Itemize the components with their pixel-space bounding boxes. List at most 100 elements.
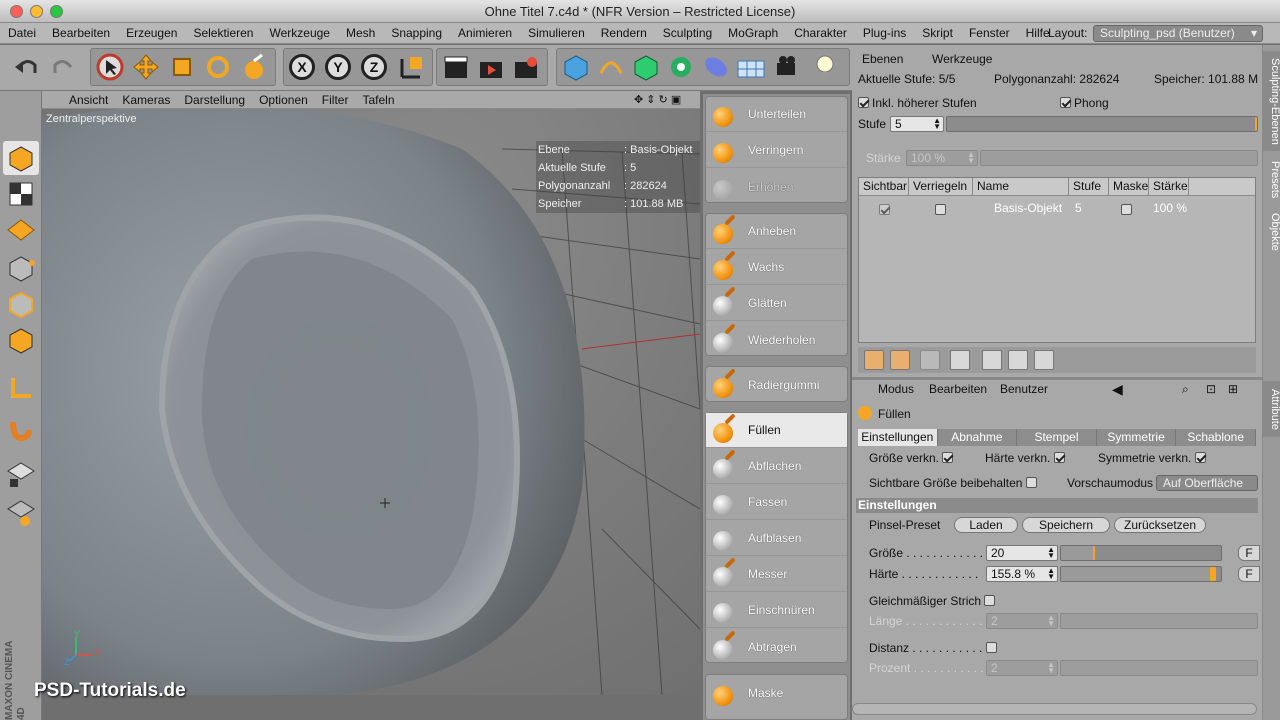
even-stroke-checkbox[interactable]: Gleichmäßiger Strich — [869, 592, 998, 610]
menu-skript[interactable]: Skript — [914, 23, 961, 44]
snapping-button[interactable] — [3, 413, 39, 447]
size-pressure-button[interactable]: F — [1238, 545, 1260, 561]
col-name[interactable]: Name — [973, 178, 1069, 195]
zoom-window-icon[interactable] — [50, 5, 63, 18]
merge-layer-button[interactable] — [950, 350, 970, 370]
viewport-menu-darstellung[interactable]: Darstellung — [177, 93, 252, 107]
axis-mode-button[interactable] — [3, 371, 39, 405]
live-select-button[interactable] — [237, 50, 271, 84]
planar-workplane-button[interactable] — [3, 497, 39, 531]
keep-size-checkbox[interactable]: Sichtbare Größe beibehalten — [869, 474, 1040, 492]
tab-abnahme[interactable]: Abnahme — [937, 429, 1018, 446]
minimize-window-icon[interactable] — [30, 5, 43, 18]
menu-datei[interactable]: Datei — [0, 23, 44, 44]
light-button[interactable] — [808, 50, 842, 84]
slider-knob[interactable] — [1210, 567, 1216, 581]
brush-abflachen[interactable]: Abflachen — [706, 449, 847, 484]
hardness-field[interactable]: 155.8 % ▲ ▼ — [986, 566, 1058, 582]
stufe-field[interactable]: 5 ▲ ▼ — [890, 116, 944, 132]
coordinate-system-button[interactable] — [395, 50, 429, 84]
expand-icon[interactable]: ⊞ — [1228, 380, 1238, 398]
points-mode-button[interactable] — [3, 251, 39, 285]
clear-layer-button[interactable] — [1034, 350, 1054, 370]
add-folder-button[interactable] — [890, 350, 910, 370]
rotate-tool-button[interactable] — [201, 50, 235, 84]
menu-charakter[interactable]: Charakter — [786, 23, 855, 44]
delete-layer-button[interactable] — [920, 350, 940, 370]
lock-icon[interactable]: ⊡ — [1206, 380, 1216, 398]
tab-einstellungen[interactable]: Einstellungen — [858, 429, 938, 446]
menu-snapping[interactable]: Snapping — [383, 23, 450, 44]
phong-checkbox[interactable]: Phong — [1060, 94, 1109, 112]
percent-field[interactable]: 2 ▲ ▼ — [986, 660, 1058, 676]
texture-mode-button[interactable] — [3, 177, 39, 211]
size-field[interactable]: 20 ▲ ▼ — [986, 545, 1058, 561]
edges-mode-button[interactable] — [3, 287, 39, 321]
brush-messer[interactable]: Messer — [706, 557, 847, 592]
col-verriegeln[interactable]: Verriegeln — [909, 178, 973, 195]
copy-layer-button[interactable] — [982, 350, 1002, 370]
col-stufe[interactable]: Stufe — [1069, 178, 1109, 195]
redo-button[interactable] — [46, 50, 80, 84]
mask-checkbox[interactable] — [1121, 200, 1135, 220]
lock-workplane-button[interactable] — [3, 459, 39, 493]
save-preset-button[interactable]: Speichern — [1022, 517, 1110, 533]
brush-wachs[interactable]: Wachs — [706, 250, 847, 285]
slider-knob[interactable] — [1093, 546, 1095, 560]
undo-button[interactable] — [10, 50, 44, 84]
hardness-pressure-button[interactable]: F — [1238, 566, 1260, 582]
menu-werkzeuge[interactable]: Werkzeuge — [261, 23, 337, 44]
deformer-button[interactable] — [699, 50, 733, 84]
menu-simulieren[interactable]: Simulieren — [520, 23, 593, 44]
menu-rendern[interactable]: Rendern — [593, 23, 655, 44]
brush-fuellen[interactable]: Füllen — [706, 413, 847, 448]
camera-button[interactable] — [771, 50, 805, 84]
tab-ebenen[interactable]: Ebenen — [862, 49, 903, 69]
viewport-nav-icons[interactable]: ✥ ⇕ ↻ ▣ — [634, 93, 681, 106]
paste-layer-button[interactable] — [1008, 350, 1028, 370]
size-link-checkbox[interactable]: Größe verkn. — [869, 449, 956, 467]
polygons-mode-button[interactable] — [3, 323, 39, 357]
length-field[interactable]: 2 ▲ ▼ — [986, 613, 1058, 629]
lock-checkbox[interactable] — [935, 200, 949, 220]
reset-preset-button[interactable]: Zurücksetzen — [1114, 517, 1206, 533]
col-maske[interactable]: Maske — [1109, 178, 1149, 195]
menu-mograph[interactable]: MoGraph — [720, 23, 786, 44]
viewport-menu-tafeln[interactable]: Tafeln — [355, 93, 401, 107]
spline-button[interactable] — [594, 50, 628, 84]
settings-section-header[interactable]: Einstellungen — [856, 498, 1258, 513]
col-staerke[interactable]: Stärke — [1149, 178, 1189, 195]
viewport-menu-optionen[interactable]: Optionen — [252, 93, 315, 107]
brush-glaetten[interactable]: Glätten — [706, 286, 847, 321]
viewport-menu-kameras[interactable]: Kameras — [115, 93, 177, 107]
model-mode-button[interactable] — [3, 141, 39, 175]
brush-verringern[interactable]: Verringern — [706, 133, 847, 168]
hardness-link-checkbox[interactable]: Härte verkn. — [985, 449, 1068, 467]
tab-sculpting-ebenen[interactable]: Sculpting-Ebenen — [1263, 51, 1280, 151]
staerke-slider[interactable] — [980, 150, 1258, 166]
tab-stempel[interactable]: Stempel — [1017, 429, 1097, 446]
back-arrow-icon[interactable]: ◀ — [1112, 380, 1123, 398]
tab-symmetrie[interactable]: Symmetrie — [1096, 429, 1177, 446]
menu-selektieren[interactable]: Selektieren — [185, 23, 261, 44]
menu-mesh[interactable]: Mesh — [338, 23, 383, 44]
scale-tool-button[interactable] — [165, 50, 199, 84]
layout-select[interactable]: Sculpting_psd (Benutzer) ▾ — [1093, 25, 1263, 42]
hardness-slider[interactable] — [1060, 566, 1222, 582]
size-slider[interactable] — [1060, 545, 1222, 561]
cube-button[interactable] — [559, 50, 593, 84]
brush-anheben[interactable]: Anheben — [706, 214, 847, 249]
select-tool-button[interactable] — [93, 50, 127, 84]
x-axis-lock-button[interactable]: X — [289, 54, 315, 80]
viewport-menu-ansicht[interactable]: Ansicht — [62, 93, 115, 107]
tab-attribute[interactable]: Attribute — [1263, 381, 1280, 437]
brush-fassen[interactable]: Fassen — [706, 485, 847, 520]
nurbs-button[interactable] — [629, 50, 663, 84]
stufe-slider[interactable] — [946, 116, 1258, 132]
menu-bearbeiten[interactable]: Bearbeiten — [44, 23, 118, 44]
move-tool-button[interactable] — [129, 50, 163, 84]
length-slider[interactable] — [1060, 613, 1258, 629]
brush-abtragen[interactable]: Abtragen — [706, 629, 847, 664]
workplane-button[interactable] — [3, 213, 39, 247]
symmetry-link-checkbox[interactable]: Symmetrie verkn. — [1098, 449, 1209, 467]
